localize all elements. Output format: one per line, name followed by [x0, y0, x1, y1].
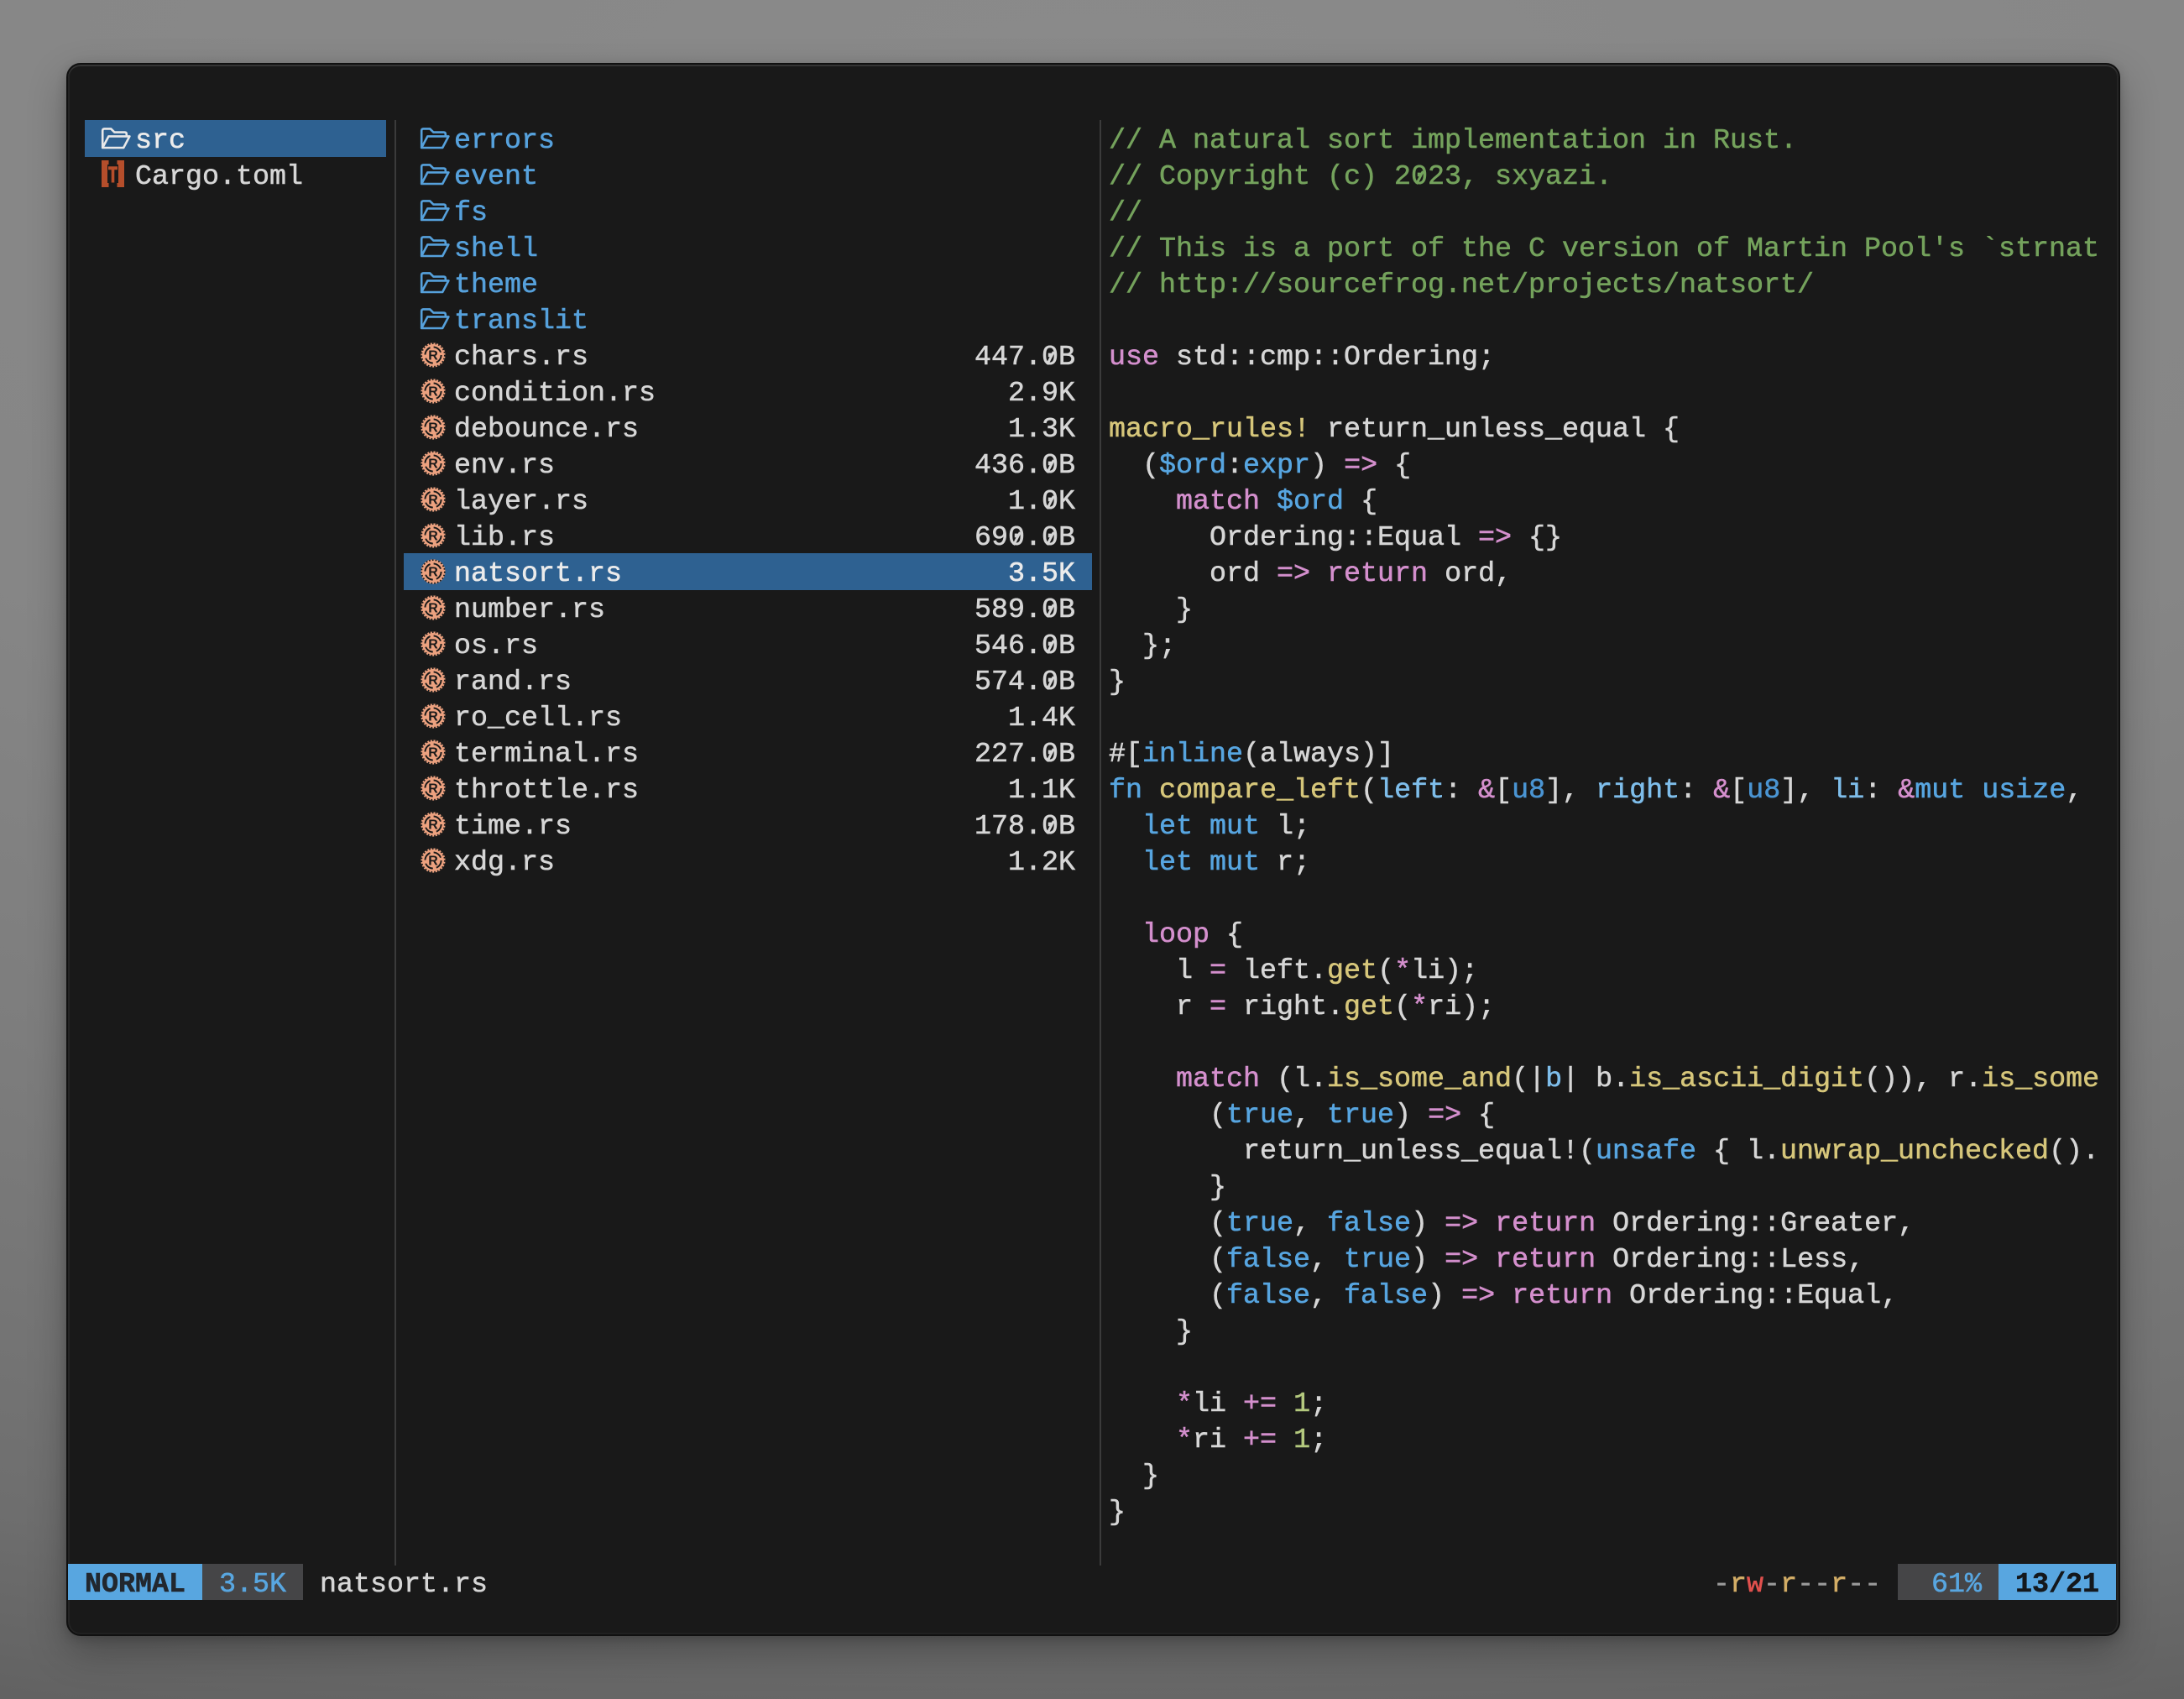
svg-text:R: R [428, 782, 438, 796]
svg-text:R: R [428, 348, 438, 363]
svg-text:R: R [428, 384, 438, 399]
svg-text:R: R [428, 493, 438, 507]
svg-text:R: R [428, 745, 438, 760]
svg-text:R: R [428, 673, 438, 687]
svg-text:R: R [428, 457, 438, 471]
svg-text:R: R [428, 565, 438, 579]
svg-text:R: R [428, 421, 438, 435]
svg-text:R: R [428, 601, 438, 615]
svg-text:R: R [428, 529, 438, 543]
svg-text:R: R [428, 709, 438, 724]
svg-text:R: R [428, 818, 438, 832]
svg-text:R: R [428, 854, 438, 868]
svg-text:R: R [428, 637, 438, 651]
